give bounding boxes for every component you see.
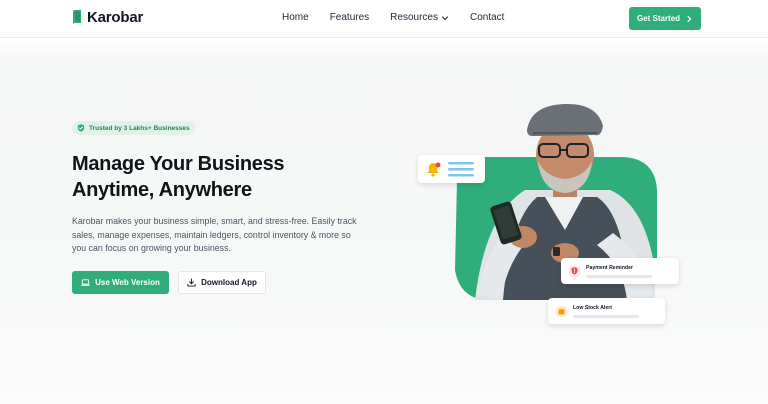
- laptop-icon: [81, 279, 91, 286]
- download-app-label: Download App: [201, 278, 257, 287]
- box-icon: [556, 305, 567, 317]
- main-nav: Home Features Resources Contact: [282, 12, 525, 23]
- trust-badge: Trusted by 3 Lakhs+ Businesses: [72, 121, 196, 135]
- brand-name: Karobar: [87, 9, 144, 26]
- book-logo-icon: [73, 10, 81, 25]
- payment-reminder-card: Payment Reminder: [561, 258, 679, 284]
- download-icon: [187, 278, 196, 287]
- shield-alert-glyph: [571, 267, 578, 275]
- hero-title: Manage Your Business Anytime, Anywhere: [72, 151, 372, 203]
- nav-features-label: Features: [329, 12, 370, 23]
- use-web-version-button[interactable]: Use Web Version: [72, 271, 169, 294]
- low-stock-alert-card: Low Stock Alert: [548, 298, 665, 324]
- message-lines-icon: [448, 162, 474, 177]
- payment-reminder-title: Payment Reminder: [586, 264, 633, 271]
- nav-home-label: Home: [282, 12, 309, 23]
- nav-features[interactable]: Features: [330, 12, 369, 23]
- payment-reminder-placeholder-line: [586, 274, 652, 278]
- use-web-version-label: Use Web Version: [95, 278, 160, 287]
- trust-badge-label: Trusted by 3 Lakhs+ Businesses: [89, 124, 190, 132]
- nav-home[interactable]: Home: [282, 12, 309, 23]
- chat-notification-card: [418, 155, 485, 183]
- get-started-button[interactable]: Get Started: [629, 7, 701, 30]
- top-navbar: Karobar Home Features Resources Contact …: [0, 0, 768, 38]
- chevron-down-icon: [441, 15, 449, 20]
- bell-icon: [427, 162, 441, 177]
- get-started-label: Get Started: [636, 14, 681, 23]
- low-stock-alert-text: Low Stock Alert: [573, 305, 639, 318]
- payment-reminder-text: Payment Reminder: [586, 265, 652, 278]
- low-stock-alert-title: Low Stock Alert: [573, 304, 613, 311]
- box-glyph: [558, 307, 565, 314]
- hero-title-line-2: Anytime, Anywhere: [72, 179, 252, 201]
- hero-title-line-1: Manage Your Business: [72, 153, 285, 175]
- brand[interactable]: Karobar: [72, 9, 143, 26]
- hero-description: Karobar makes your business simple, smar…: [72, 216, 357, 254]
- nav-contact[interactable]: Contact: [470, 12, 504, 23]
- low-stock-alert-placeholder-line: [573, 314, 639, 318]
- download-app-button[interactable]: Download App: [178, 271, 266, 294]
- nav-resources-label: Resources: [390, 12, 438, 23]
- shield-check-icon: [77, 124, 85, 132]
- shield-alert-icon: [569, 265, 580, 277]
- nav-resources[interactable]: Resources: [390, 12, 449, 23]
- chevron-right-icon: [687, 15, 692, 22]
- nav-contact-label: Contact: [469, 12, 505, 23]
